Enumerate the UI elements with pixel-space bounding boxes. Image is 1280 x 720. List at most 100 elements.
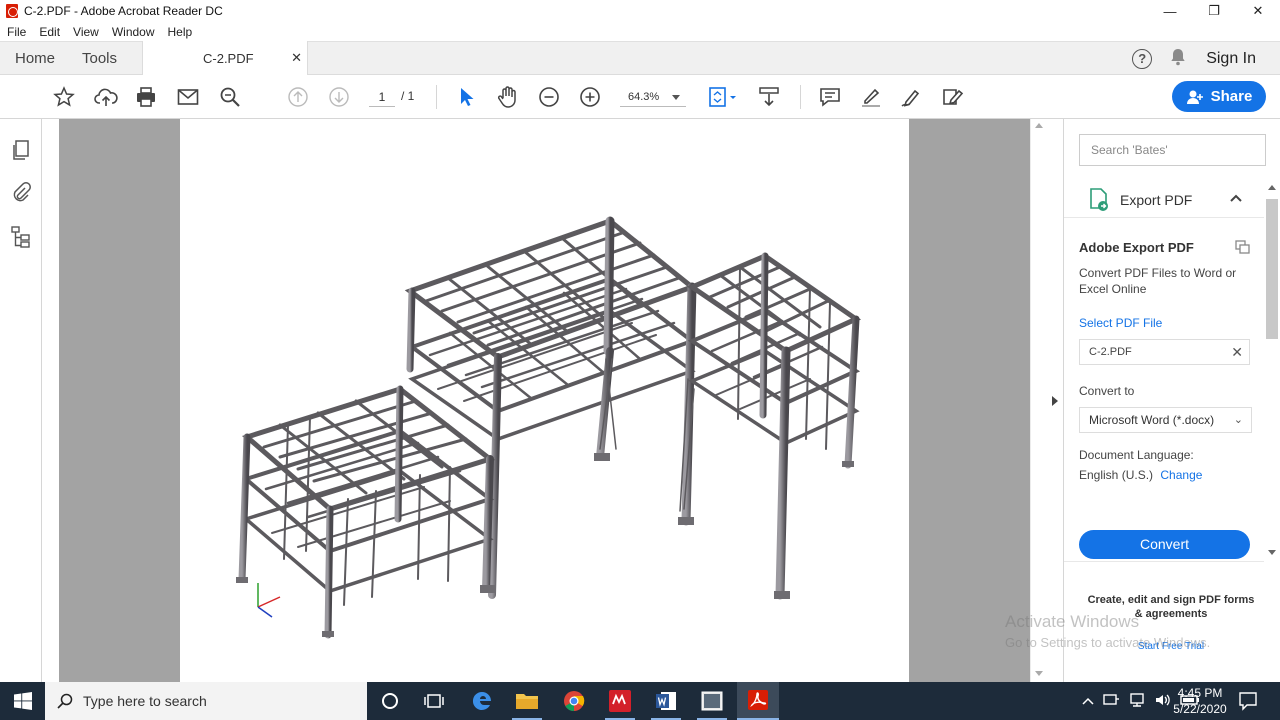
file-explorer-icon[interactable] [512, 686, 542, 716]
tab-home[interactable]: Home [15, 50, 55, 67]
steel-structure-drawing [236, 216, 862, 639]
chrome-browser-icon[interactable] [559, 686, 589, 716]
zoom-in-icon[interactable] [578, 85, 602, 109]
document-viewport[interactable] [42, 119, 1030, 682]
close-window-button[interactable]: ✕ [1236, 0, 1280, 22]
change-language-link[interactable]: Change [1160, 468, 1202, 482]
minimize-button[interactable]: — [1148, 0, 1192, 22]
select-cursor-icon[interactable] [454, 85, 478, 109]
windows-taskbar: Type here to search 4:45 PM 5/22/2020 [0, 682, 1280, 720]
dropdown-chevron-icon: ⌄ [1233, 414, 1243, 426]
clock-date: 5/22/2020 [1173, 702, 1227, 716]
promo-text: Create, edit and sign PDF forms & agreem… [1087, 594, 1255, 620]
document-vertical-scrollbar[interactable] [1030, 119, 1046, 682]
switch-account-icon[interactable] [1235, 240, 1251, 257]
collapse-right-panel-arrow-icon[interactable] [1052, 396, 1058, 406]
collapse-chevron-icon[interactable] [1230, 191, 1242, 205]
edge-browser-icon[interactable] [467, 686, 497, 716]
search-zoom-icon[interactable] [218, 85, 242, 109]
help-icon[interactable]: ? [1132, 48, 1153, 69]
export-pdf-body: Adobe Export PDF Convert PDF Files to Wo… [1064, 217, 1264, 562]
start-free-trial-link[interactable]: Start Free Trial [1084, 641, 1258, 652]
highlight-pen-icon[interactable] [859, 85, 883, 109]
email-icon[interactable] [176, 85, 200, 109]
tab-document-label: C-2.PDF [203, 51, 254, 66]
comment-icon[interactable] [818, 85, 842, 109]
menu-view[interactable]: View [73, 25, 99, 39]
export-pdf-icon [1088, 188, 1110, 215]
fill-sign-icon[interactable] [941, 85, 965, 109]
share-button[interactable]: Share [1172, 81, 1266, 112]
document-language-value: English (U.S.) [1079, 468, 1154, 482]
export-pdf-title: Export PDF [1120, 192, 1193, 208]
panel-scroll-thumb[interactable] [1266, 199, 1278, 339]
page-number-input[interactable]: 1 [369, 87, 395, 107]
share-button-label: Share [1210, 88, 1253, 105]
upload-cloud-icon[interactable] [94, 85, 118, 109]
panel-scroll-up-icon[interactable] [1268, 185, 1276, 190]
print-icon[interactable] [134, 85, 158, 109]
left-navigation-rail [0, 119, 42, 682]
zoom-level-value: 64.3% [628, 91, 660, 103]
acrobat-reader-icon [748, 690, 768, 710]
bookmark-star-icon[interactable] [52, 85, 76, 109]
close-tab-icon[interactable]: ✕ [291, 50, 302, 66]
convert-button[interactable]: Convert [1079, 530, 1250, 559]
convert-to-label: Convert to [1079, 384, 1135, 398]
task-view-icon[interactable] [419, 686, 449, 716]
sign-pen-icon[interactable] [900, 85, 924, 109]
taskbar-search-box[interactable]: Type here to search [45, 682, 367, 720]
selected-file-field[interactable]: C-2.PDF ✕ [1079, 339, 1250, 365]
export-pdf-header[interactable]: Export PDF [1064, 183, 1264, 217]
action-center-icon[interactable] [1238, 691, 1258, 714]
previous-page-icon[interactable] [286, 85, 310, 109]
layers-tree-icon[interactable] [10, 225, 32, 249]
menu-window[interactable]: Window [112, 25, 155, 39]
select-pdf-file-link[interactable]: Select PDF File [1079, 316, 1162, 330]
show-hidden-icons-chevron-icon[interactable] [1082, 694, 1094, 708]
tab-document[interactable]: C-2.PDF ✕ [142, 41, 308, 76]
clock-time: 4:45 PM [1177, 686, 1223, 700]
menu-edit[interactable]: Edit [39, 25, 60, 39]
notification-bell-icon[interactable] [1170, 48, 1186, 69]
photos-app-icon[interactable] [697, 686, 727, 716]
power-plug-icon[interactable] [1102, 692, 1120, 711]
fit-page-icon[interactable] [706, 85, 740, 109]
scroll-down-arrow-icon[interactable] [1035, 671, 1043, 676]
attachments-paperclip-icon[interactable] [10, 180, 32, 204]
taskbar-clock[interactable]: 4:45 PM 5/22/2020 [1170, 685, 1230, 717]
page-thumbnails-icon[interactable] [10, 138, 32, 162]
menu-help[interactable]: Help [168, 25, 193, 39]
panel-scrollbar[interactable] [1264, 181, 1280, 561]
hand-tool-icon[interactable] [496, 85, 520, 109]
solidworks-icon[interactable] [605, 686, 635, 716]
document-background-right [909, 119, 1030, 682]
acrobat-taskbar-button[interactable] [737, 682, 779, 720]
scroll-up-arrow-icon[interactable] [1035, 123, 1043, 128]
convert-format-value: Microsoft Word (*.docx) [1089, 413, 1215, 427]
word-icon[interactable] [651, 686, 681, 716]
restore-button[interactable]: ❐ [1192, 0, 1236, 22]
panel-scroll-down-icon[interactable] [1268, 550, 1276, 555]
zoom-dropdown-caret-icon [672, 95, 680, 100]
cortana-icon[interactable] [375, 686, 405, 716]
start-button[interactable] [0, 682, 45, 720]
tab-tools[interactable]: Tools [82, 50, 117, 67]
right-panel-toggle[interactable] [1046, 119, 1064, 682]
clear-file-icon[interactable]: ✕ [1231, 340, 1243, 364]
zoom-out-icon[interactable] [537, 85, 561, 109]
toolbar: 1 / 1 64.3% Share [0, 75, 1280, 119]
zoom-level-select[interactable]: 64.3% [620, 87, 686, 107]
document-language-row: English (U.S.) Change [1079, 468, 1202, 482]
search-icon [57, 693, 73, 709]
scroll-mode-icon[interactable] [757, 85, 781, 109]
menu-file[interactable]: File [7, 25, 26, 39]
tab-bar: Home Tools C-2.PDF ✕ ? Sign In [0, 41, 1280, 76]
sign-in-link[interactable]: Sign In [1206, 50, 1256, 68]
convert-format-select[interactable]: Microsoft Word (*.docx) ⌄ [1079, 407, 1252, 433]
menu-bar: File Edit View Window Help [0, 22, 1280, 41]
next-page-icon[interactable] [327, 85, 351, 109]
bates-search-input[interactable]: Search 'Bates' [1079, 134, 1266, 166]
network-icon[interactable] [1128, 692, 1146, 711]
page-total: / 1 [401, 89, 415, 103]
